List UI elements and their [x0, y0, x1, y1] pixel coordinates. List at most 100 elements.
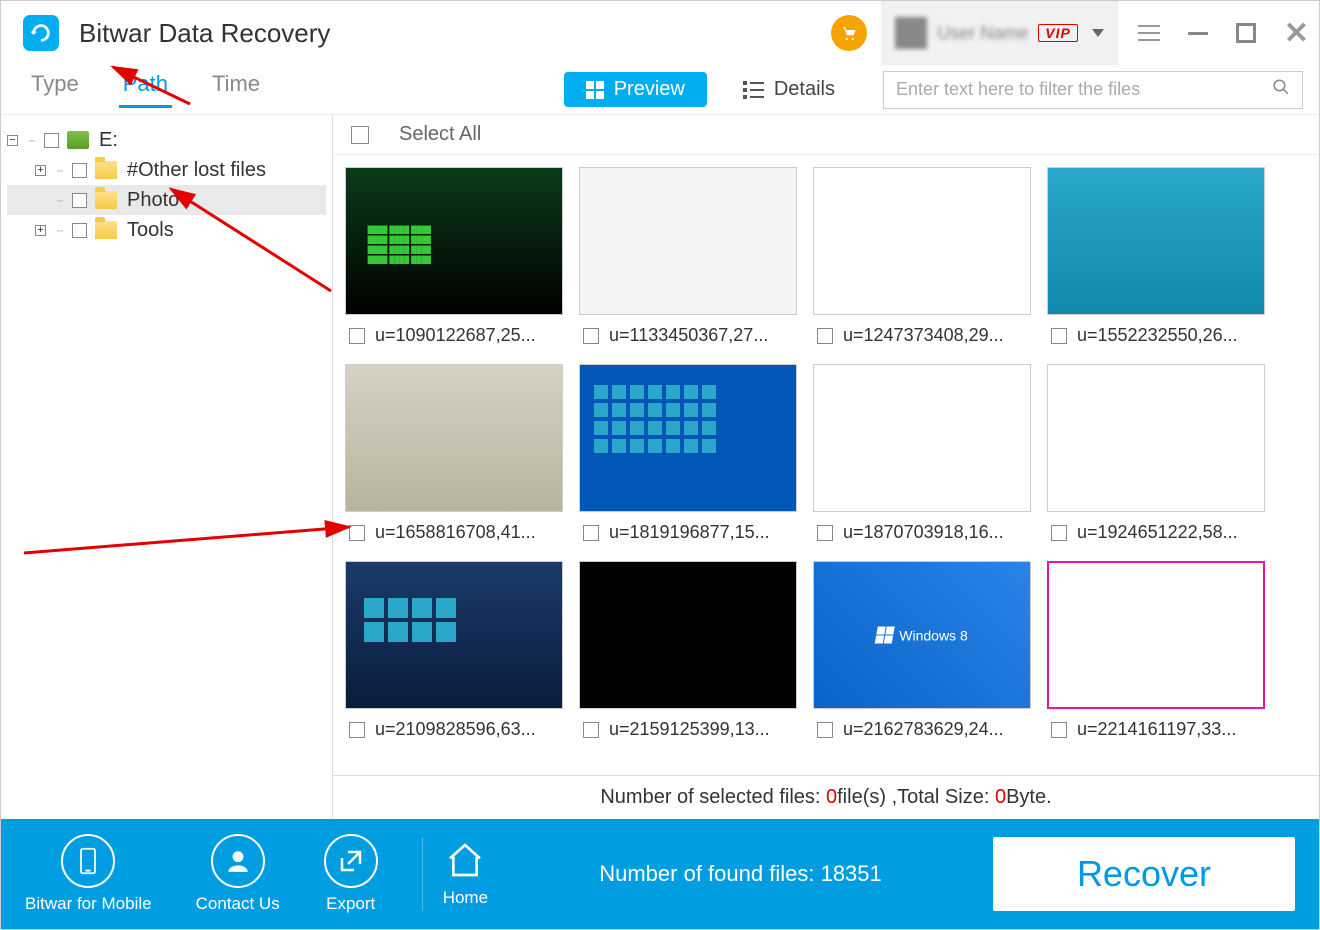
file-card[interactable]: u=1870703918,16... [813, 364, 1031, 543]
tab-time[interactable]: Time [208, 71, 264, 108]
expand-icon[interactable]: + [35, 165, 46, 176]
tree-checkbox[interactable] [44, 133, 59, 148]
file-name: u=2162783629,24... [843, 719, 1004, 740]
file-checkbox[interactable] [349, 722, 365, 738]
recover-button[interactable]: Recover [993, 837, 1295, 911]
file-thumbnail[interactable] [579, 561, 797, 709]
file-checkbox[interactable] [1051, 722, 1067, 738]
user-area[interactable]: User Name VIP [881, 1, 1118, 65]
file-card[interactable]: u=2159125399,13... [579, 561, 797, 740]
file-name: u=2214161197,33... [1077, 719, 1236, 740]
tab-type[interactable]: Type [27, 71, 83, 108]
file-checkbox[interactable] [1051, 328, 1067, 344]
contact-button[interactable]: Contact Us [196, 834, 280, 914]
collapse-icon[interactable]: − [7, 135, 18, 146]
grid-icon [586, 81, 604, 99]
home-icon [445, 840, 485, 880]
file-name: u=2159125399,13... [609, 719, 770, 740]
close-button[interactable]: ✕ [1284, 16, 1309, 51]
file-checkbox[interactable] [583, 525, 599, 541]
sidebar-tree: − ··· E: +···#Other lost files+···Photo+… [1, 115, 333, 819]
preview-view-button[interactable]: Preview [564, 72, 707, 107]
home-button[interactable]: Home [443, 840, 488, 908]
search-input[interactable] [896, 79, 1272, 100]
tree-item-label: Tools [127, 219, 174, 242]
select-all-label: Select All [399, 123, 481, 146]
tab-path[interactable]: Path [119, 71, 172, 108]
file-card[interactable]: u=1658816708,41... [345, 364, 563, 543]
file-thumbnail[interactable]: Windows 8 [813, 561, 1031, 709]
file-checkbox[interactable] [817, 328, 833, 344]
file-thumbnail[interactable] [579, 167, 797, 315]
file-card[interactable]: u=2109828596,63... [345, 561, 563, 740]
file-card[interactable]: u=1819196877,15... [579, 364, 797, 543]
file-checkbox[interactable] [1051, 525, 1067, 541]
file-checkbox[interactable] [349, 328, 365, 344]
file-card[interactable]: u=1924651222,58... [1047, 364, 1265, 543]
search-box[interactable] [883, 71, 1303, 109]
minimize-button[interactable] [1188, 32, 1208, 35]
tree-item-label: #Other lost files [127, 159, 266, 182]
file-thumbnail[interactable] [1047, 561, 1265, 709]
list-icon [743, 81, 764, 99]
tree-checkbox[interactable] [72, 193, 87, 208]
file-checkbox[interactable] [817, 722, 833, 738]
details-label: Details [774, 78, 835, 101]
file-name: u=1552232550,26... [1077, 325, 1238, 346]
user-avatar-icon [895, 17, 927, 49]
file-thumbnail[interactable] [1047, 167, 1265, 315]
tree-root[interactable]: − ··· E: [7, 125, 326, 155]
user-name: User Name [937, 23, 1028, 44]
tree-item[interactable]: +···#Other lost files [7, 155, 326, 185]
mobile-button[interactable]: Bitwar for Mobile [25, 834, 152, 914]
select-all-row[interactable]: Select All [333, 115, 1319, 155]
details-view-button[interactable]: Details [721, 72, 857, 107]
person-icon [211, 834, 265, 888]
file-card[interactable]: Windows 8 u=2162783629,24... [813, 561, 1031, 740]
file-checkbox[interactable] [583, 328, 599, 344]
tree-checkbox[interactable] [72, 163, 87, 178]
tree-root-label: E: [99, 129, 118, 152]
chevron-down-icon[interactable] [1092, 29, 1104, 37]
search-icon[interactable] [1272, 78, 1290, 102]
file-grid: ████ ████ ████████ ████ ████████ ████ ██… [345, 167, 1307, 740]
folder-icon [95, 161, 117, 179]
file-thumbnail[interactable] [813, 364, 1031, 512]
file-thumbnail[interactable] [579, 364, 797, 512]
menu-button[interactable] [1138, 25, 1160, 41]
vip-badge: VIP [1038, 24, 1078, 42]
mobile-icon [61, 834, 115, 888]
select-all-checkbox[interactable] [351, 126, 369, 144]
tree-item[interactable]: +···Photo [7, 185, 326, 215]
folder-icon [95, 191, 117, 209]
file-checkbox[interactable] [817, 525, 833, 541]
file-checkbox[interactable] [583, 722, 599, 738]
file-card[interactable]: u=1247373408,29... [813, 167, 1031, 346]
file-name: u=1247373408,29... [843, 325, 1004, 346]
file-name: u=1133450367,27... [609, 325, 768, 346]
file-card[interactable]: ████ ████ ████████ ████ ████████ ████ ██… [345, 167, 563, 346]
file-name: u=1658816708,41... [375, 522, 536, 543]
file-thumbnail[interactable] [345, 364, 563, 512]
export-button[interactable]: Export [324, 834, 378, 914]
tree-checkbox[interactable] [72, 223, 87, 238]
file-checkbox[interactable] [349, 525, 365, 541]
file-name: u=1090122687,25... [375, 325, 536, 346]
tree-item[interactable]: +···Tools [7, 215, 326, 245]
file-thumbnail[interactable]: ████ ████ ████████ ████ ████████ ████ ██… [345, 167, 563, 315]
titlebar: Bitwar Data Recovery User Name VIP ✕ [1, 1, 1319, 65]
file-card[interactable]: u=2214161197,33... [1047, 561, 1265, 740]
file-thumbnail[interactable] [345, 561, 563, 709]
file-thumbnail[interactable] [1047, 364, 1265, 512]
app-title: Bitwar Data Recovery [79, 18, 330, 49]
file-card[interactable]: u=1133450367,27... [579, 167, 797, 346]
expand-icon[interactable]: + [35, 225, 46, 236]
bottombar: Bitwar for Mobile Contact Us Export Home… [1, 819, 1319, 929]
drive-icon [67, 131, 89, 149]
separator [422, 837, 423, 911]
tree-item-label: Photo [127, 189, 179, 212]
file-thumbnail[interactable] [813, 167, 1031, 315]
maximize-button[interactable] [1236, 23, 1256, 43]
cart-button[interactable] [831, 15, 867, 51]
file-card[interactable]: u=1552232550,26... [1047, 167, 1265, 346]
